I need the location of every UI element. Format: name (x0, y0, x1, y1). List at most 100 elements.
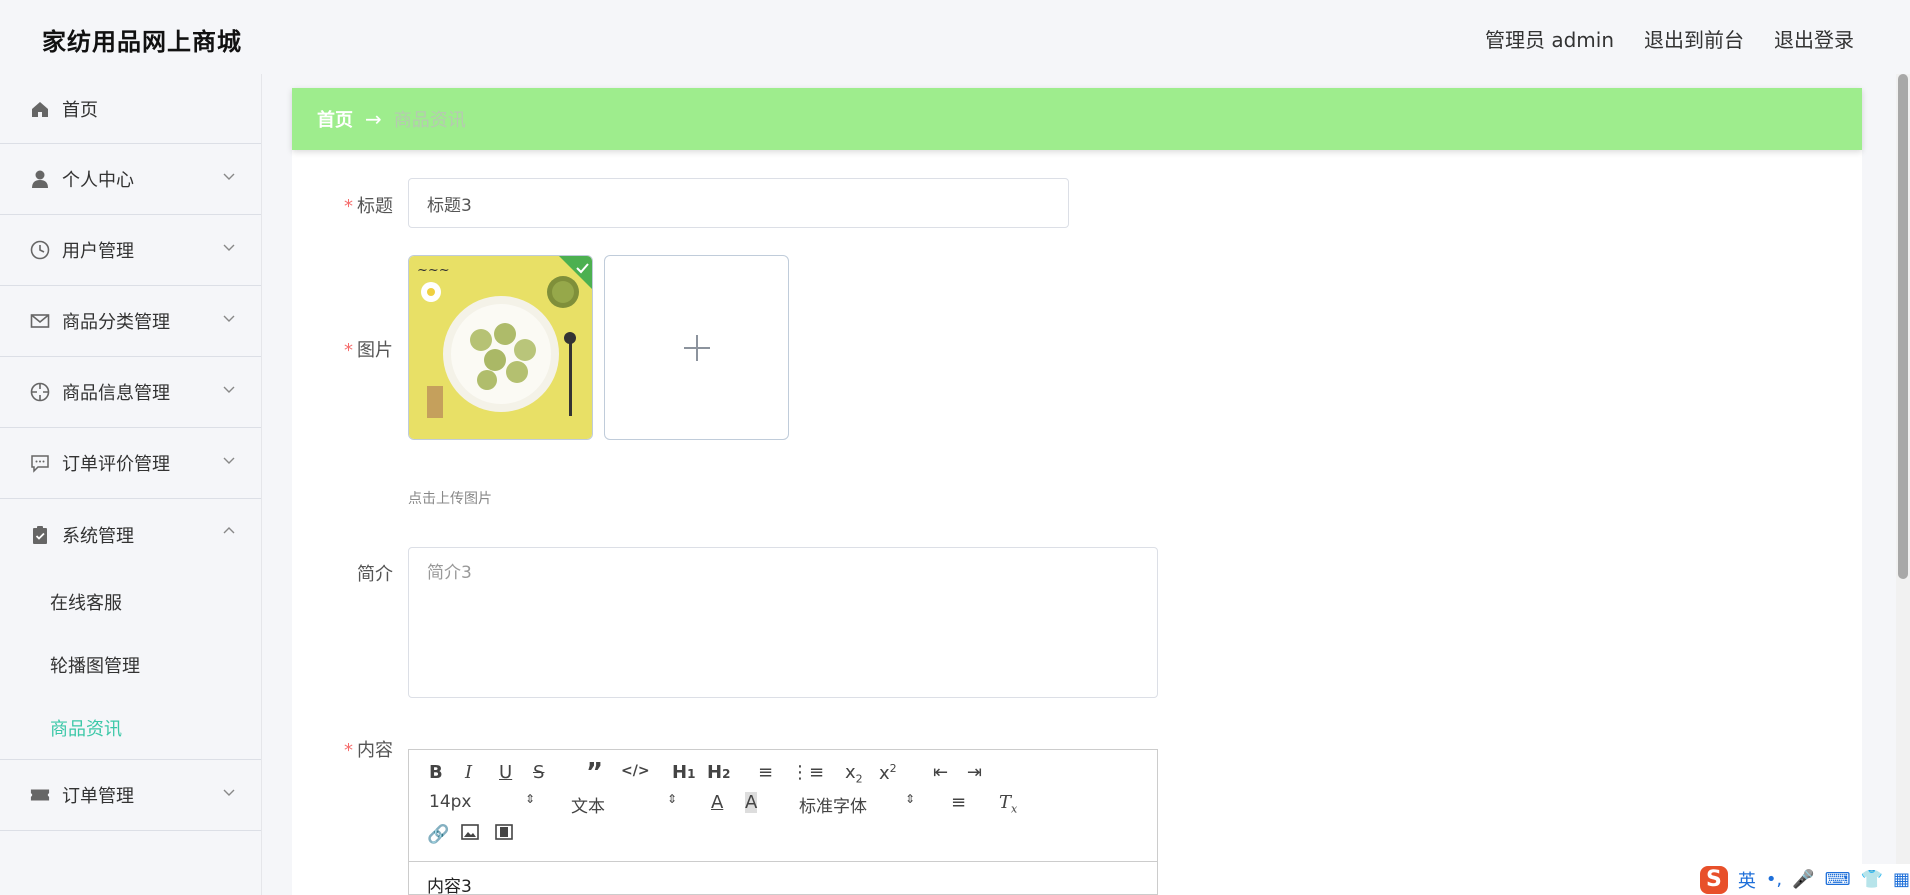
italic-icon[interactable]: I (465, 762, 472, 783)
sidebar-item-news[interactable]: 商品资讯 (0, 696, 261, 759)
main-content: 首页 → 商品资讯 * 标题 标题3 * 图片 ~~~ 点击上传图片 简介 简介… (292, 88, 1862, 895)
rich-text-editor: B I U S ” </> H1 H2 ≡ ⋮≡ x2 x2 ⇤ ⇥ 14px ⇕… (408, 749, 1158, 895)
plus-icon (683, 334, 710, 361)
clock-icon (30, 240, 50, 260)
page-scrollbar-thumb[interactable] (1898, 74, 1908, 579)
mic-icon[interactable]: 🎤 (1792, 869, 1814, 890)
ordered-list-icon[interactable]: ≡ (758, 762, 773, 783)
intro-label-text: 简介 (357, 564, 393, 585)
product-photo-icon: ~~~ (409, 256, 592, 439)
sidebar-item-label: 用户管理 (62, 241, 134, 262)
ticket-icon (30, 785, 50, 805)
required-mark: * (344, 740, 353, 761)
image-icon[interactable] (461, 824, 479, 845)
sidebar-item-label: 系统管理 (62, 525, 134, 547)
bullet-list-icon[interactable]: ⋮≡ (791, 762, 824, 783)
clipboard-icon (30, 525, 50, 545)
sidebar-item-label: 订单评价管理 (62, 454, 170, 475)
sidebar-item-orders[interactable]: 订单管理 (0, 760, 261, 831)
upload-hint: 点击上传图片 (408, 491, 492, 507)
title-label-text: 标题 (357, 196, 393, 217)
font-family-value: 标准字体 (799, 797, 867, 817)
breadcrumb-separator: → (365, 107, 382, 131)
chevron-up-icon (223, 527, 235, 534)
back-to-front-link[interactable]: 退出到前台 (1644, 24, 1744, 53)
superscript-icon[interactable]: x2 (879, 762, 897, 784)
h2-icon[interactable]: H2 (707, 762, 730, 783)
svg-text:~~~: ~~~ (417, 263, 450, 278)
sidebar-item-carousel[interactable]: 轮播图管理 (0, 633, 261, 696)
sogou-logo-icon[interactable]: S (1700, 865, 1728, 894)
select-arrows-icon: ⇕ (525, 792, 536, 806)
bold-icon[interactable]: B (429, 762, 443, 783)
header-actions: 管理员 admin 退出到前台 退出登录 (1485, 24, 1854, 53)
sidebar-item-label: 商品信息管理 (62, 383, 170, 404)
font-size-value: 14px (429, 792, 472, 812)
indent-icon[interactable]: ⇥ (967, 762, 982, 783)
paragraph-value: 文本 (571, 797, 605, 817)
sidebar-item-product-info[interactable]: 商品信息管理 (0, 357, 261, 428)
sidebar-item-home[interactable]: 首页 (0, 74, 261, 144)
admin-user-label: 管理员 admin (1484, 28, 1614, 52)
subscript-icon[interactable]: x2 (845, 762, 863, 786)
keyboard-icon[interactable]: ⌨ (1825, 869, 1851, 890)
intro-textarea[interactable]: 简介3 (408, 547, 1158, 698)
h1-icon[interactable]: H1 (672, 762, 695, 783)
chevron-down-icon (223, 457, 235, 464)
editor-toolbar: B I U S ” </> H1 H2 ≡ ⋮≡ x2 x2 ⇤ ⇥ 14px ⇕… (409, 750, 1157, 862)
required-mark: * (344, 340, 353, 361)
sidebar-item-system[interactable]: 系统管理 (0, 499, 261, 570)
target-icon (30, 382, 50, 402)
uploaded-image[interactable]: ~~~ (408, 255, 593, 440)
chevron-down-icon (223, 386, 235, 393)
strike-icon[interactable]: S (533, 762, 544, 783)
quote-icon[interactable]: ” (586, 758, 603, 788)
sidebar-item-label: 订单管理 (62, 786, 134, 807)
code-icon[interactable]: </> (621, 763, 650, 779)
paragraph-select[interactable]: 文本 ⇕ (571, 792, 677, 817)
underline-icon[interactable]: U (499, 762, 512, 783)
chevron-down-icon (223, 315, 235, 322)
content-label: * 内容 (293, 736, 393, 762)
title-label: * 标题 (293, 192, 393, 218)
font-size-select[interactable]: 14px ⇕ (429, 792, 535, 812)
image-label: * 图片 (293, 336, 393, 362)
skin-icon[interactable]: 👕 (1861, 869, 1883, 890)
ime-punct[interactable]: •, (1766, 869, 1782, 890)
sidebar-item-users[interactable]: 用户管理 (0, 215, 261, 286)
sidebar: 首页 个人中心 用户管理 商品分类管理 商品信息管理 订单评价管理 系统管理 在… (0, 74, 262, 895)
grid-icon[interactable]: ▦ (1893, 869, 1910, 890)
user-icon (30, 169, 50, 189)
image-label-text: 图片 (357, 340, 393, 361)
select-arrows-icon: ⇕ (905, 792, 916, 806)
image-upload-button[interactable] (604, 255, 789, 440)
intro-label: 简介 (293, 560, 393, 586)
clear-format-icon[interactable]: Tx (999, 792, 1017, 816)
bg-color-icon[interactable]: A (745, 792, 758, 813)
site-title: 家纺用品网上商城 (42, 28, 242, 56)
logout-link[interactable]: 退出登录 (1774, 24, 1854, 53)
editor-content[interactable]: 内容3 (427, 872, 472, 895)
ime-toolbar: S 英 •, 🎤 ⌨ 👕 ▦ (1692, 864, 1910, 895)
sidebar-item-online-service[interactable]: 在线客服 (0, 570, 261, 633)
ime-lang[interactable]: 英 (1738, 867, 1756, 893)
mail-icon (30, 311, 50, 331)
link-icon[interactable]: 🔗 (427, 824, 449, 845)
sidebar-item-category[interactable]: 商品分类管理 (0, 286, 261, 357)
font-color-icon[interactable]: A (711, 792, 723, 813)
sidebar-item-order-review[interactable]: 订单评价管理 (0, 428, 261, 499)
sidebar-item-personal-center[interactable]: 个人中心 (0, 144, 261, 215)
top-header: 家纺用品网上商城 管理员 admin 退出到前台 退出登录 (0, 0, 1910, 74)
breadcrumb-current: 商品资讯 (393, 110, 466, 131)
sidebar-item-label: 个人中心 (62, 170, 134, 191)
required-mark: * (344, 196, 353, 217)
breadcrumb: 首页 → 商品资讯 (292, 88, 1862, 150)
video-icon[interactable] (495, 824, 513, 845)
breadcrumb-home[interactable]: 首页 (317, 106, 353, 132)
align-icon[interactable]: ≡ (951, 792, 966, 813)
outdent-icon[interactable]: ⇤ (933, 762, 948, 783)
title-input[interactable]: 标题3 (408, 178, 1069, 228)
chevron-down-icon (223, 789, 235, 796)
chat-icon (30, 453, 50, 473)
font-family-select[interactable]: 标准字体 ⇕ (799, 792, 915, 817)
